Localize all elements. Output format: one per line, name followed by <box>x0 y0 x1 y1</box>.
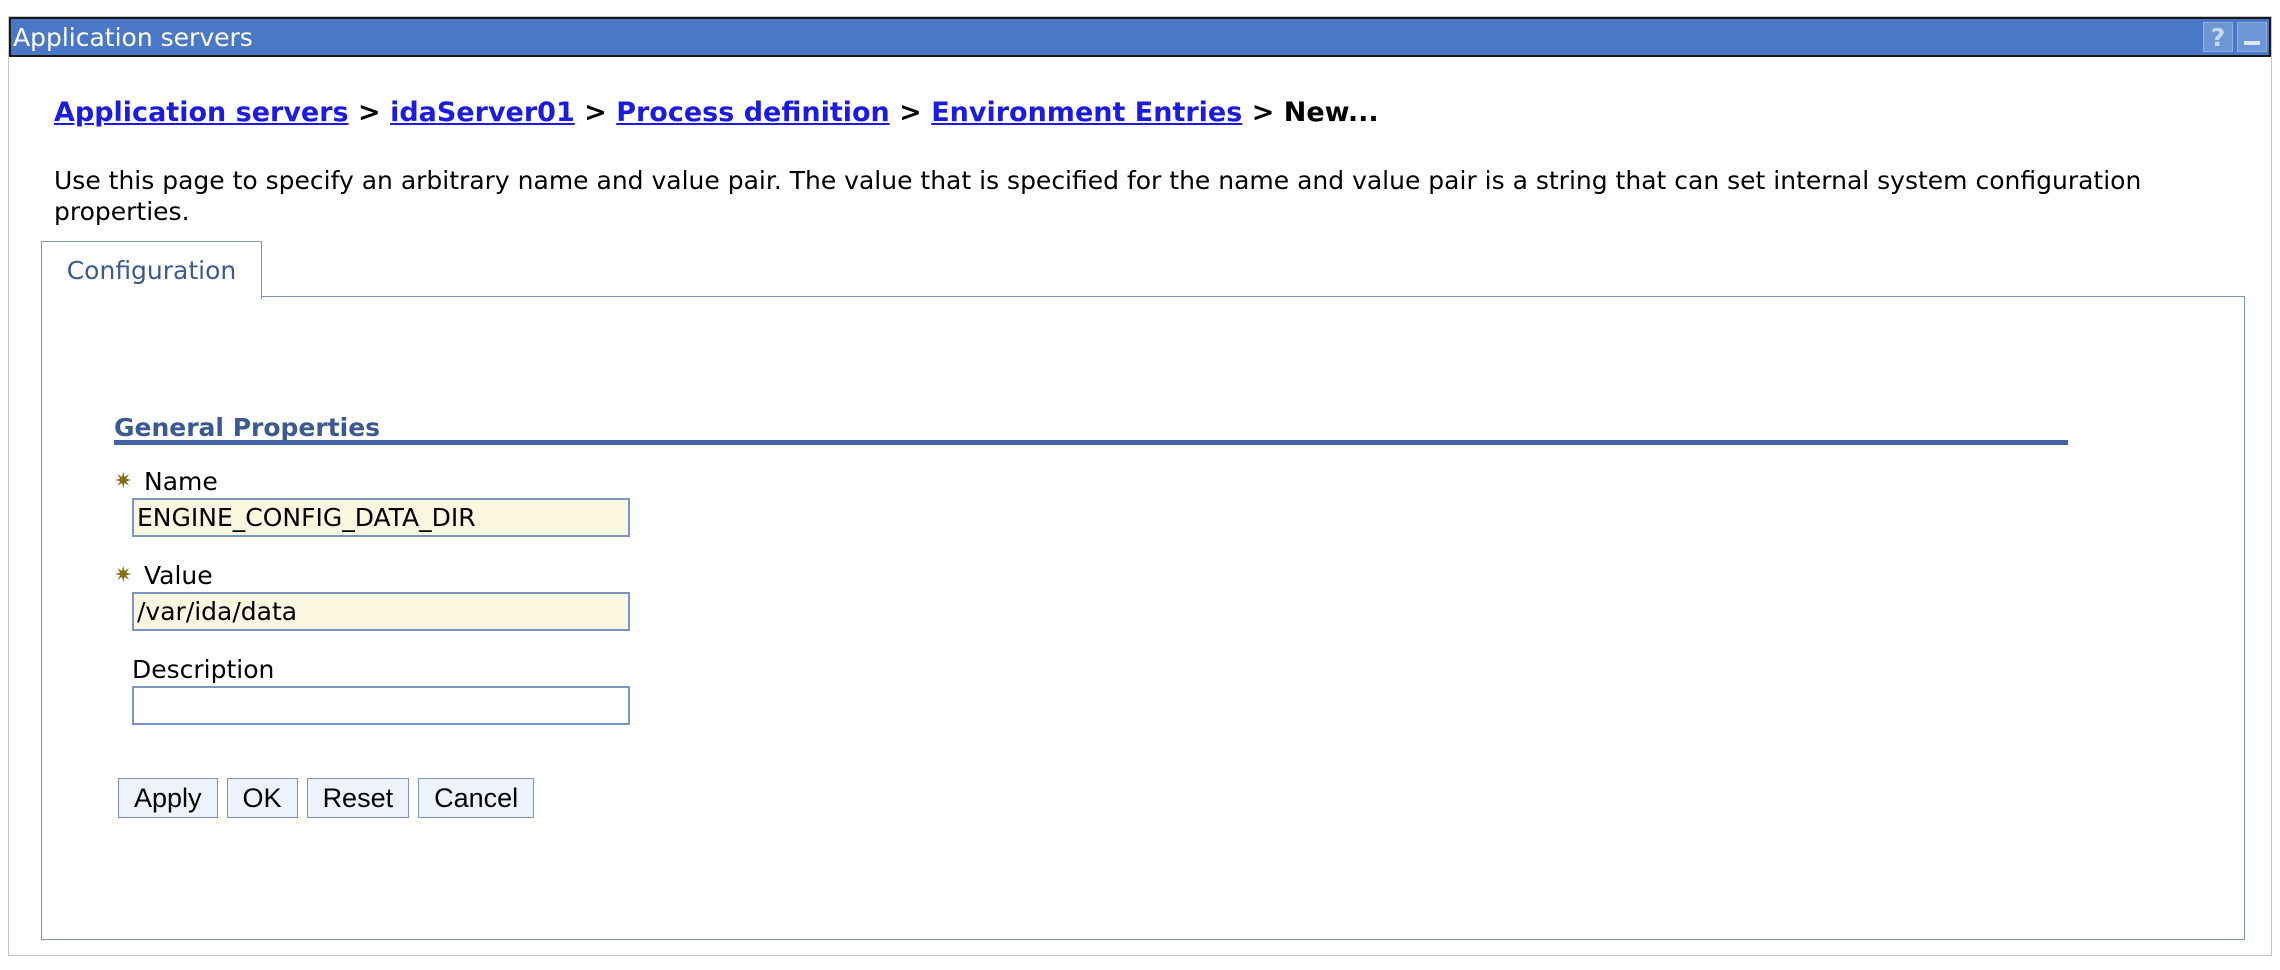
breadcrumb-separator: > <box>1251 97 1275 128</box>
breadcrumb-link-environment-entries[interactable]: Environment Entries <box>931 97 1242 128</box>
name-label: Name <box>144 467 218 496</box>
breadcrumb-separator: > <box>358 97 381 128</box>
section-divider <box>114 440 2068 445</box>
ok-button[interactable]: OK <box>226 778 298 818</box>
required-icon: ✷ <box>114 469 133 494</box>
breadcrumb-current: New... <box>1283 97 1379 128</box>
description-label: Description <box>132 655 275 684</box>
apply-button[interactable]: Apply <box>118 778 218 818</box>
description-field[interactable] <box>132 686 630 725</box>
name-field[interactable] <box>132 498 630 537</box>
value-label: Value <box>144 561 213 590</box>
tab-label: Configuration <box>66 256 237 285</box>
value-label-row: ✷ Value <box>114 561 213 590</box>
title-bar: Application servers ? <box>9 17 2271 57</box>
button-row: Apply OK Reset Cancel <box>118 778 535 818</box>
value-field[interactable] <box>132 592 630 631</box>
breadcrumb-link-server[interactable]: idaServer01 <box>390 97 575 128</box>
breadcrumb-separator: > <box>584 97 607 128</box>
configuration-panel: General Properties ✷ Name ✷ Value Descri… <box>41 296 2245 940</box>
help-icon[interactable]: ? <box>2203 22 2233 52</box>
breadcrumb-link-application-servers[interactable]: Application servers <box>54 97 349 128</box>
name-label-row: ✷ Name <box>114 467 218 496</box>
cancel-button[interactable]: Cancel <box>418 778 535 818</box>
window-title: Application servers <box>13 22 253 52</box>
section-title: General Properties <box>114 413 381 442</box>
portlet-window: Application servers ? Application server… <box>8 16 2272 956</box>
breadcrumb-link-process-definition[interactable]: Process definition <box>616 97 890 128</box>
reset-button[interactable]: Reset <box>306 778 410 818</box>
breadcrumb: Application servers > idaServer01 > Proc… <box>54 97 1379 128</box>
description-label-row: Description <box>132 655 274 684</box>
breadcrumb-separator: > <box>899 97 922 128</box>
minimize-icon[interactable] <box>2237 22 2267 52</box>
tab-configuration[interactable]: Configuration <box>41 241 262 299</box>
page-description: Use this page to specify an arbitrary na… <box>54 166 2142 226</box>
required-icon: ✷ <box>114 563 133 588</box>
